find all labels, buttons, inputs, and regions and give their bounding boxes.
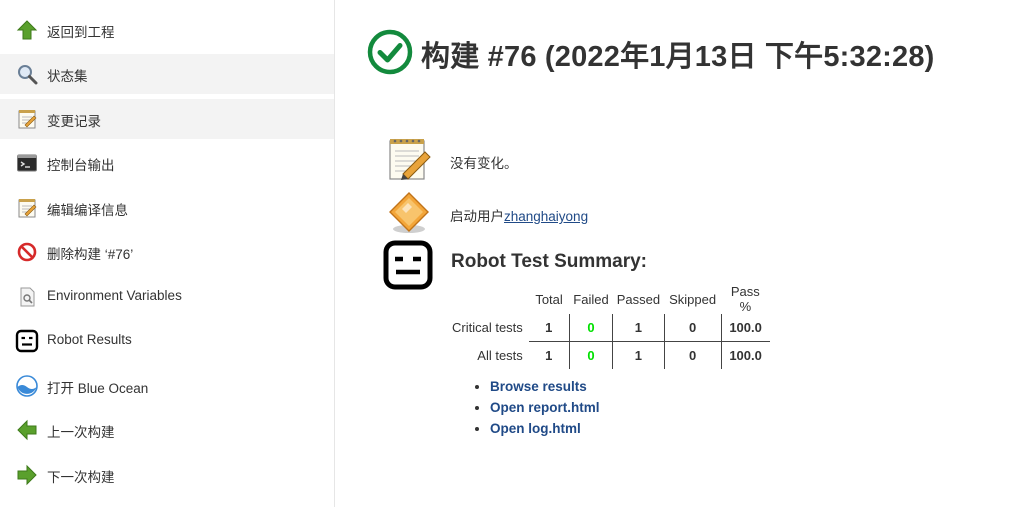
table-header-row: Total Failed Passed Skipped Pass % [448, 284, 770, 314]
main-content: 构建 #76 (2022年1月13日 下午5:32:28) 没有变化。 启动用户… [335, 0, 1012, 507]
page-title: 构建 #76 (2022年1月13日 下午5:32:28) [421, 41, 935, 73]
list-item: Browse results [490, 376, 600, 397]
cell-failed: 0 [568, 314, 613, 342]
sidebar-item-delete-build[interactable]: 删除构建 ‘#76’ [0, 232, 334, 272]
sidebar-item-back-to-project[interactable]: 返回到工程 [0, 10, 334, 50]
list-item: Open log.html [490, 418, 600, 439]
blue-ocean-icon [15, 374, 39, 398]
sidebar-item-previous-build[interactable]: 上一次构建 [0, 410, 334, 450]
table-row: Critical tests 1 0 1 0 100.0 [448, 314, 770, 342]
page-title-row: 构建 #76 (2022年1月13日 下午5:32:28) [367, 29, 935, 80]
success-check-icon [367, 29, 413, 80]
up-arrow-icon [15, 18, 39, 42]
sidebar-item-label: 控制台输出 [47, 158, 115, 173]
cell-failed: 0 [568, 341, 613, 369]
cell-passed: 1 [612, 314, 665, 342]
column-header-total: Total [535, 291, 563, 307]
sidebar-item-label: 下一次构建 [47, 470, 115, 485]
no-entry-icon [15, 240, 39, 264]
sidebar-item-label: 返回到工程 [47, 25, 115, 40]
column-header-skipped: Skipped [669, 291, 717, 307]
column-header-passed: Passed [616, 291, 661, 307]
notepad-icon [15, 196, 39, 220]
magnifier-icon [15, 62, 39, 86]
column-header-pass-percent: Pass % [730, 284, 760, 314]
notepad-icon [385, 137, 433, 186]
browse-results-link[interactable]: Browse results [490, 379, 587, 394]
robot-icon [15, 329, 39, 353]
sidebar-item-label: 变更记录 [47, 114, 101, 129]
robot-links-list: Browse results Open report.html Open log… [470, 376, 600, 439]
row-label: Critical tests [452, 320, 523, 336]
robot-icon [383, 240, 433, 295]
table-row: All tests 1 0 1 0 100.0 [448, 341, 770, 369]
row-label: All tests [477, 347, 523, 363]
sidebar: 返回到工程 状态集 变更记录 控制台输出 编辑编译信息 删除构建 ‘#76’ E… [0, 0, 335, 507]
user-diamond-icon [386, 191, 432, 240]
right-arrow-icon [15, 463, 39, 487]
sidebar-item-label: 状态集 [47, 69, 88, 84]
open-log-link[interactable]: Open log.html [490, 421, 581, 436]
cell-pass-percent: 100.0 [720, 341, 770, 369]
column-header-failed: Failed [573, 291, 609, 307]
sidebar-item-label: 上一次构建 [47, 425, 115, 440]
left-arrow-icon [15, 418, 39, 442]
robot-stats-table: Total Failed Passed Skipped Pass % Criti… [448, 284, 770, 369]
sidebar-item-console-output[interactable]: 控制台输出 [0, 143, 334, 183]
changes-text: 没有变化。 [450, 156, 518, 171]
document-search-icon [15, 285, 39, 309]
robot-summary-heading: Robot Test Summary: [451, 251, 648, 272]
cell-skipped: 0 [663, 341, 722, 369]
sidebar-item-edit-build-info[interactable]: 编辑编译信息 [0, 188, 334, 228]
started-by-label: 启动用户 [450, 209, 504, 224]
sidebar-item-next-build[interactable]: 下一次构建 [0, 455, 334, 495]
sidebar-item-environment-variables[interactable]: Environment Variables [0, 277, 334, 317]
sidebar-item-status[interactable]: 状态集 [0, 54, 334, 94]
terminal-icon [15, 151, 39, 175]
sidebar-item-label: 删除构建 ‘#76’ [47, 247, 134, 262]
cell-pass-percent: 100.0 [720, 314, 770, 342]
cell-skipped: 0 [663, 314, 722, 342]
sidebar-item-robot-results[interactable]: Robot Results [0, 321, 334, 361]
list-item: Open report.html [490, 397, 600, 418]
cell-total: 1 [545, 348, 553, 363]
cell-passed: 1 [612, 341, 665, 369]
sidebar-item-open-blue-ocean[interactable]: 打开 Blue Ocean [0, 366, 334, 406]
sidebar-item-label: 打开 Blue Ocean [47, 381, 149, 396]
sidebar-item-label: 编辑编译信息 [47, 203, 128, 218]
cell-total: 1 [528, 314, 570, 342]
sidebar-item-changes[interactable]: 变更记录 [0, 99, 334, 139]
sidebar-item-label: Robot Results [47, 332, 132, 347]
notepad-icon [15, 107, 39, 131]
sidebar-item-label: Environment Variables [47, 288, 182, 303]
open-report-link[interactable]: Open report.html [490, 400, 600, 415]
started-by-user-link[interactable]: zhanghaiyong [504, 209, 588, 224]
